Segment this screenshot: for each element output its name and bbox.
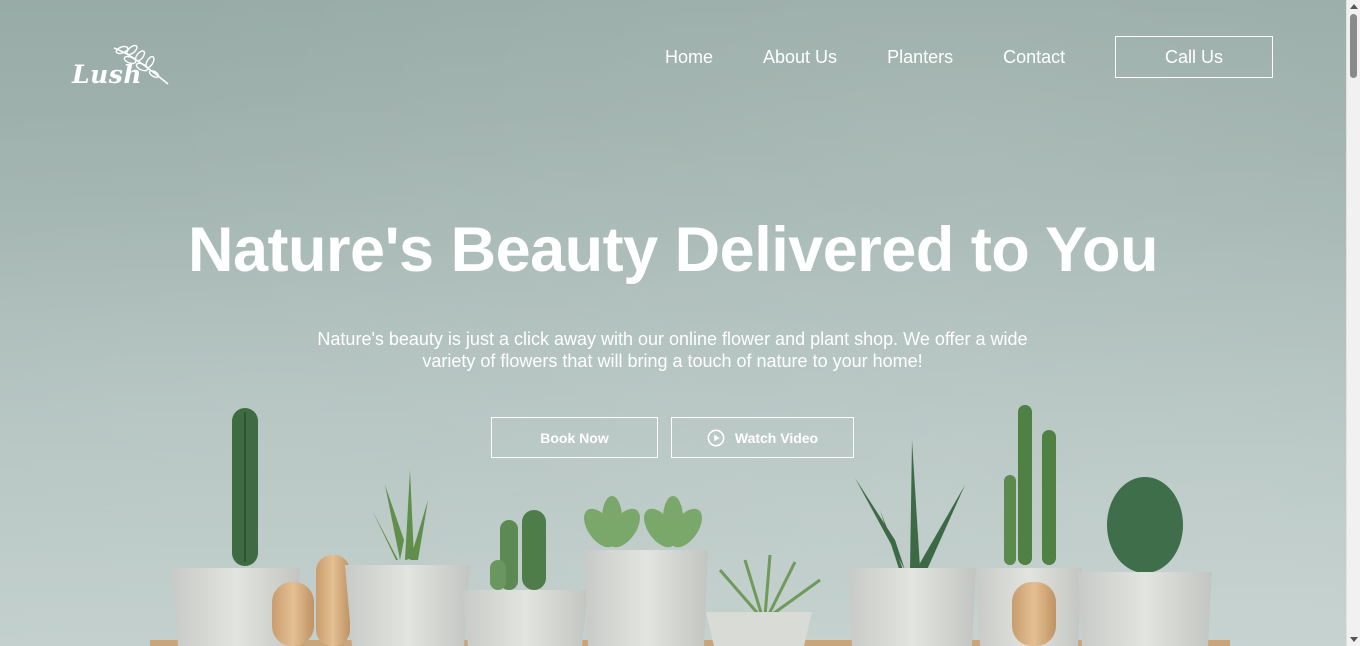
- nav-about-us[interactable]: About Us: [763, 47, 837, 68]
- logo-text: Lush: [72, 60, 143, 89]
- nav-planters[interactable]: Planters: [887, 47, 953, 68]
- main-nav: Home About Us Planters Contact: [640, 36, 1090, 78]
- hero-title: Nature's Beauty Delivered to You: [188, 215, 1158, 285]
- scroll-thumb[interactable]: [1350, 14, 1357, 78]
- book-now-button[interactable]: Book Now: [491, 417, 658, 458]
- hero-subtitle: Nature's beauty is just a click away wit…: [317, 329, 1028, 371]
- play-circle-icon: [707, 429, 725, 446]
- brand-logo[interactable]: Lush: [72, 44, 182, 96]
- watch-video-label: Watch Video: [734, 429, 819, 446]
- call-us-button[interactable]: Call Us: [1115, 36, 1273, 78]
- nav-home[interactable]: Home: [665, 47, 713, 68]
- page-scrollbar[interactable]: [1346, 0, 1360, 646]
- scroll-up-arrow-icon[interactable]: [1350, 4, 1358, 9]
- landing-page: Lush Home About Us Planters Contact Call…: [0, 0, 1360, 646]
- book-now-label: Book Now: [540, 429, 609, 446]
- nav-contact[interactable]: Contact: [1003, 47, 1065, 68]
- watch-video-button[interactable]: Watch Video: [671, 417, 854, 458]
- scroll-down-arrow-icon[interactable]: [1350, 637, 1358, 642]
